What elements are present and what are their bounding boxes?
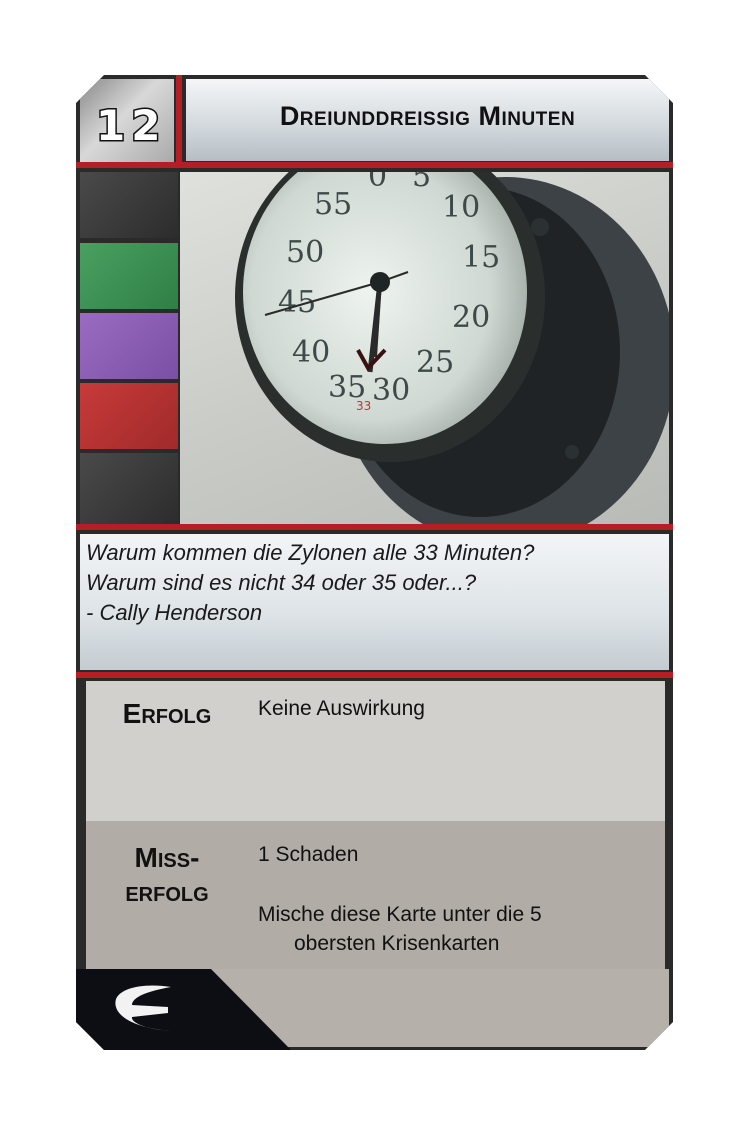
divider-mid [76, 524, 673, 530]
card-title: Dreiunddreissig Minuten [279, 101, 576, 131]
failure-text-damage: 1 Schaden [258, 843, 359, 866]
success-section: Erfolg Keine Auswirkung [86, 681, 665, 821]
clock-number: 30 [372, 373, 410, 408]
clock-illustration: 0 5 10 15 20 25 30 35 40 45 50 55 33 [235, 172, 669, 524]
flavor-line: Warum kommen die Zylonen alle 33 Minuten… [86, 540, 535, 565]
flavor-line: - Cally Henderson [86, 600, 263, 625]
clock-number: 25 [416, 345, 454, 380]
card-number: 12 [94, 100, 167, 152]
flavor-text-box: Warum kommen die Zylonen alle 33 Minuten… [80, 534, 669, 670]
clock-number: 10 [442, 190, 480, 225]
failure-text-shuffle-line2: obersten Krisenkarten [294, 932, 500, 955]
divider-top [76, 162, 673, 168]
failure-section: Miss- erfolg 1 Schaden Mische diese Kart… [86, 821, 665, 969]
clock-number: 50 [286, 235, 324, 270]
failure-label-line2: erfolg [125, 876, 209, 907]
card-number-box: 12 [80, 79, 174, 163]
cylon-emblem-icon [115, 985, 171, 1031]
divider-lower [76, 672, 673, 678]
skill-swatch-purple [80, 313, 178, 379]
skill-swatch-gray-bottom [80, 453, 178, 524]
clock-number: 0 [368, 172, 387, 194]
clock-number: 55 [314, 187, 352, 222]
clock-number: 40 [292, 335, 330, 370]
clock-mark: 33 [356, 399, 371, 413]
header-divider [176, 75, 182, 165]
skill-swatch-gray-top [80, 172, 178, 238]
success-text: Keine Auswirkung [258, 697, 425, 720]
flavor-line: Warum sind es nicht 34 oder 35 oder...? [86, 570, 477, 595]
clock-number: 5 [412, 172, 431, 194]
success-label: Erfolg [122, 698, 212, 729]
failure-label-line1: Miss- [134, 842, 200, 873]
clock-number: 20 [452, 300, 490, 335]
skill-swatch-red [80, 383, 178, 449]
failure-text-shuffle-line1: Mische diese Karte unter die 5 [258, 903, 542, 926]
clock-number: 15 [462, 240, 500, 275]
skill-swatch-green [80, 243, 178, 309]
clock-photo: 0 5 10 15 20 25 30 35 40 45 50 55 33 [180, 172, 669, 524]
title-bar: Dreiunddreissig Minuten [186, 79, 669, 161]
crisis-card: 12 Dreiunddreissig Minuten 0 5 10 15 20 … [76, 75, 673, 1050]
